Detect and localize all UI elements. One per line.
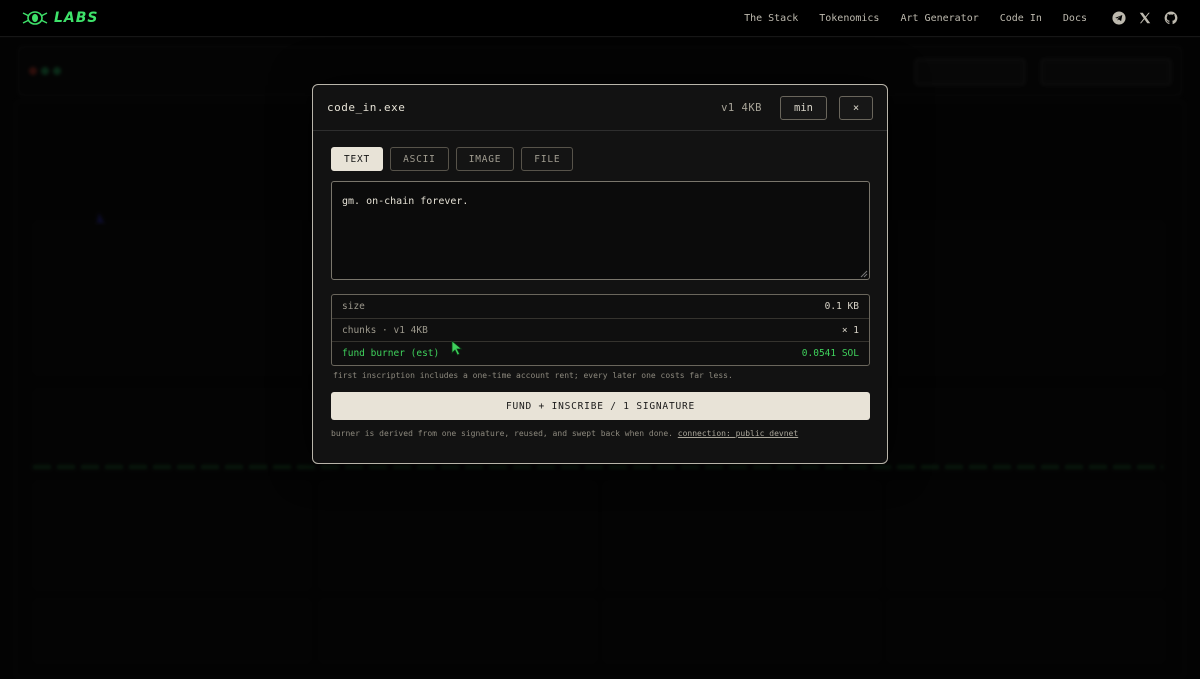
stat-chunks-value: × 1 <box>841 324 859 336</box>
input-type-tabs: TEXT ASCII IMAGE FILE <box>331 147 574 171</box>
resize-grip-icon[interactable] <box>860 270 868 278</box>
nav-link-tokenomics[interactable]: Tokenomics <box>819 13 879 24</box>
brand-name: LABS <box>54 10 99 26</box>
stat-fund-burner: fund burner (est) 0.0541 SOL <box>332 341 869 365</box>
brand-logo[interactable]: LABS <box>22 9 99 27</box>
github-icon[interactable] <box>1164 11 1178 25</box>
modal-title: code_in.exe <box>327 101 406 114</box>
stat-size-label: size <box>342 301 365 312</box>
nav-link-code-in[interactable]: Code In <box>1000 13 1042 24</box>
minimize-button[interactable]: min <box>780 95 827 120</box>
mouse-cursor-icon <box>451 340 463 356</box>
burner-footer-text: burner is derived from one signature, re… <box>331 429 678 438</box>
stat-size: size 0.1 KB <box>332 295 869 318</box>
nav-link-the-stack[interactable]: The Stack <box>744 13 798 24</box>
inscription-stats: size 0.1 KB chunks · v1 4KB × 1 fund bur… <box>331 294 870 366</box>
bug-logo-icon <box>22 11 48 25</box>
nav-link-art-generator[interactable]: Art Generator <box>900 13 978 24</box>
version-badge: v1 4KB <box>721 101 762 114</box>
stat-chunks: chunks · v1 4KB × 1 <box>332 318 869 341</box>
fund-inscribe-button[interactable]: FUND + INSCRIBE / 1 SIGNATURE <box>331 392 870 420</box>
tab-ascii[interactable]: ASCII <box>390 147 449 171</box>
nav-link-docs[interactable]: Docs <box>1063 13 1087 24</box>
modal-header: code_in.exe v1 4KB min × <box>313 85 887 131</box>
tab-text[interactable]: TEXT <box>331 147 384 171</box>
top-nav-bar: LABS The Stack Tokenomics Art Generator … <box>0 0 1200 37</box>
burner-footer-note: burner is derived from one signature, re… <box>331 429 798 438</box>
rent-note: first inscription includes a one-time ac… <box>333 371 733 380</box>
social-links <box>1112 11 1178 25</box>
connection-link[interactable]: connection: public devnet <box>678 429 798 438</box>
stat-fund-value: 0.0541 SOL <box>801 348 859 359</box>
main-nav: The Stack Tokenomics Art Generator Code … <box>744 11 1178 25</box>
code-in-modal: code_in.exe v1 4KB min × TEXT ASCII IMAG… <box>312 84 888 464</box>
stat-fund-label: fund burner (est) <box>342 348 440 359</box>
inscription-text-input[interactable] <box>331 181 870 280</box>
stat-size-value: 0.1 KB <box>824 301 859 312</box>
telegram-icon[interactable] <box>1112 11 1126 25</box>
x-icon[interactable] <box>1138 11 1152 25</box>
close-button[interactable]: × <box>839 95 873 120</box>
tab-file[interactable]: FILE <box>521 147 574 171</box>
tab-image[interactable]: IMAGE <box>455 147 515 171</box>
stat-chunks-label: chunks · v1 4KB <box>342 324 428 336</box>
